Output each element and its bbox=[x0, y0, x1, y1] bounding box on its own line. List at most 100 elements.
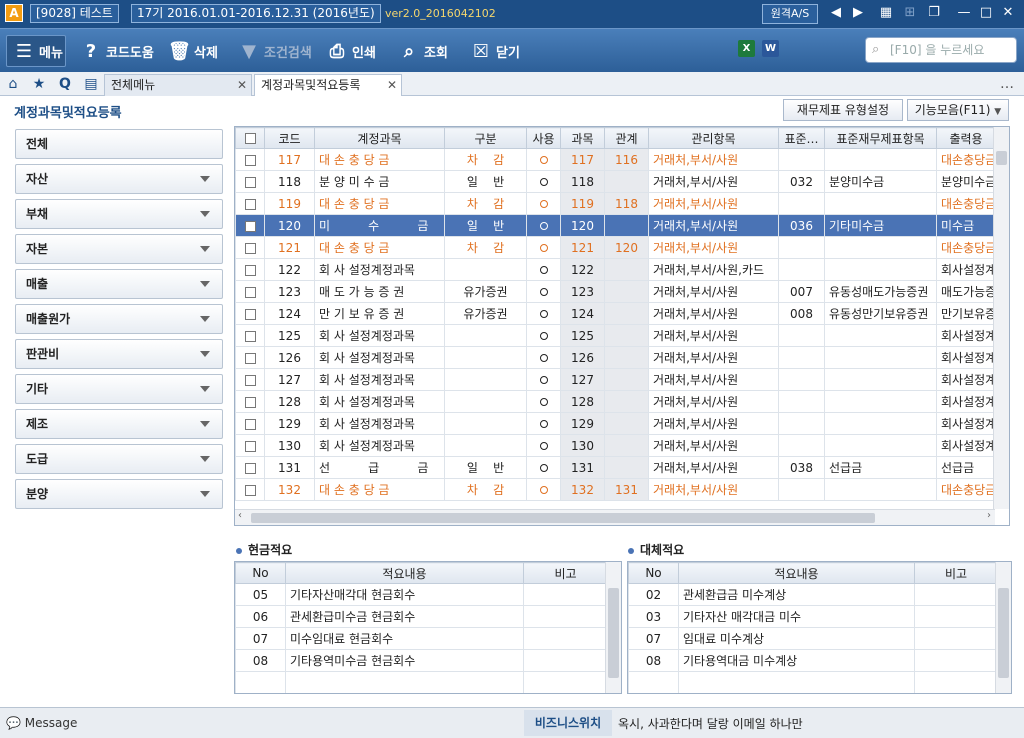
cell-subj[interactable]: 121 bbox=[560, 236, 605, 259]
menu-search-input[interactable]: ⌕ [F10] 을 누르세요 bbox=[865, 37, 1017, 63]
minimize-icon[interactable]: — bbox=[956, 5, 972, 21]
row-checkbox-cell[interactable] bbox=[235, 170, 265, 193]
cell-code[interactable]: 129 bbox=[264, 412, 315, 435]
cell-subj[interactable]: 124 bbox=[560, 302, 605, 325]
cell-print[interactable]: 회사설정계 bbox=[936, 434, 996, 457]
cell-name[interactable]: 미 수 금 bbox=[314, 214, 445, 237]
table-row[interactable]: 123 매 도 가 능 증 권 유가증권 123 거래처,부서/사원 007 유동성매도가능… bbox=[235, 280, 996, 303]
cell-type[interactable]: 유가증권 bbox=[444, 302, 527, 325]
period-selector[interactable]: 17기 2016.01.01-2016.12.31 (2016년도) bbox=[131, 4, 381, 23]
row-checkbox-cell[interactable] bbox=[235, 214, 265, 237]
cell-name[interactable]: 회 사 설정계정과목 bbox=[314, 346, 445, 369]
row-checkbox-cell[interactable] bbox=[235, 258, 265, 281]
table-row[interactable]: 127 회 사 설정계정과목 127 거래처,부서/사원 회사설정계 bbox=[235, 368, 996, 391]
row-checkbox-cell[interactable] bbox=[235, 434, 265, 457]
cell-name[interactable]: 회 사 설정계정과목 bbox=[314, 412, 445, 435]
cell-stdname[interactable] bbox=[824, 390, 937, 413]
cell-stdname[interactable]: 분양미수금 bbox=[824, 170, 937, 193]
cell-type[interactable] bbox=[444, 434, 527, 457]
cell-std[interactable] bbox=[778, 390, 825, 413]
cell-type[interactable] bbox=[444, 390, 527, 413]
cell-mgmt[interactable]: 거래처,부서/사원 bbox=[648, 236, 779, 259]
code-help-button[interactable]: ? 코드도움 bbox=[80, 35, 154, 67]
row-checkbox-cell[interactable] bbox=[235, 412, 265, 435]
lookup-button[interactable]: ⌕ 조회 bbox=[398, 35, 448, 67]
tab-account-register[interactable]: 계정과목및적요등록 ✕ bbox=[254, 74, 402, 96]
column-header[interactable]: No bbox=[235, 562, 286, 584]
table-row[interactable]: 120 미 수 금일 반 120 거래처,부서/사원 036 기타미수금 미수금 bbox=[235, 214, 996, 237]
table-row[interactable]: 126 회 사 설정계정과목 126 거래처,부서/사원 회사설정계 bbox=[235, 346, 996, 369]
cell-print[interactable]: 회사설정계 bbox=[936, 390, 996, 413]
cell-text[interactable]: 임대료 미수계상 bbox=[678, 627, 915, 650]
cell-code[interactable]: 120 bbox=[264, 214, 315, 237]
star-icon[interactable]: ★ bbox=[30, 75, 48, 93]
cell-use[interactable] bbox=[526, 346, 561, 369]
category-button[interactable]: 자본 bbox=[15, 234, 223, 264]
table-row[interactable]: 07 미수임대료 현금회수 bbox=[235, 627, 608, 650]
row-checkbox-cell[interactable] bbox=[235, 456, 265, 479]
cell-print[interactable]: 대손충당금 bbox=[936, 478, 996, 501]
row-checkbox-cell[interactable] bbox=[235, 280, 265, 303]
table-row[interactable]: 08 기타용역대금 미수계상 bbox=[628, 649, 998, 672]
forward-arrow-icon[interactable]: ▶ bbox=[850, 5, 866, 21]
cell-name[interactable]: 회 사 설정계정과목 bbox=[314, 434, 445, 457]
table-row[interactable]: 117 대 손 충 당 금차 감 117 116 거래처,부서/사원 대손충당금 bbox=[235, 148, 996, 171]
row-checkbox-cell[interactable] bbox=[235, 346, 265, 369]
cell-stdname[interactable] bbox=[824, 368, 937, 391]
cell-name[interactable]: 회 사 설정계정과목 bbox=[314, 390, 445, 413]
row-checkbox-cell[interactable] bbox=[235, 478, 265, 501]
cell-note[interactable] bbox=[914, 627, 998, 650]
cell-code[interactable]: 128 bbox=[264, 390, 315, 413]
table-row[interactable]: 129 회 사 설정계정과목 129 거래처,부서/사원 회사설정계 bbox=[235, 412, 996, 435]
table-row[interactable]: 02 관세환급금 미수계상 bbox=[628, 583, 998, 606]
company-selector[interactable]: [9028] 테스트 bbox=[30, 4, 119, 23]
category-button[interactable]: 판관비 bbox=[15, 339, 223, 369]
row-checkbox[interactable] bbox=[244, 220, 256, 232]
cell-text[interactable]: 관세환급금 미수계상 bbox=[678, 583, 915, 606]
cell-code[interactable]: 127 bbox=[264, 368, 315, 391]
quick-search-icon[interactable]: Q bbox=[56, 75, 74, 93]
column-header[interactable]: 관계 bbox=[604, 127, 649, 149]
cell-rel[interactable]: 116 bbox=[604, 148, 649, 171]
cell-print[interactable]: 분양미수금 bbox=[936, 170, 996, 193]
cell-print[interactable]: 대손충당금 bbox=[936, 236, 996, 259]
cell-print[interactable]: 대손충당금 bbox=[936, 192, 996, 215]
row-checkbox-cell[interactable] bbox=[235, 236, 265, 259]
cell-std[interactable] bbox=[778, 192, 825, 215]
back-arrow-icon[interactable]: ◀ bbox=[828, 5, 844, 21]
cell-subj[interactable]: 125 bbox=[560, 324, 605, 347]
close-tab-icon[interactable]: ✕ bbox=[237, 75, 247, 95]
column-header[interactable]: 표준재무제표항목 bbox=[824, 127, 937, 149]
print-button[interactable]: ⎙ 인쇄 bbox=[326, 35, 376, 67]
cell-std[interactable] bbox=[778, 324, 825, 347]
cell-mgmt[interactable]: 거래처,부서/사원 bbox=[648, 324, 779, 347]
cell-print[interactable]: 회사설정계 bbox=[936, 346, 996, 369]
cell-mgmt[interactable]: 거래처,부서/사원 bbox=[648, 434, 779, 457]
cell-use[interactable] bbox=[526, 390, 561, 413]
cell-type[interactable]: 차 감 bbox=[444, 148, 527, 171]
cell-stdname[interactable]: 유동성매도가능증권 bbox=[824, 280, 937, 303]
cell-print[interactable]: 회사설정계 bbox=[936, 258, 996, 281]
cell-code[interactable]: 125 bbox=[264, 324, 315, 347]
row-checkbox[interactable] bbox=[244, 330, 256, 342]
cell-rel[interactable] bbox=[604, 434, 649, 457]
cell-use[interactable] bbox=[526, 324, 561, 347]
cell-rel[interactable] bbox=[604, 368, 649, 391]
row-checkbox[interactable] bbox=[244, 176, 256, 188]
cell-subj[interactable]: 119 bbox=[560, 192, 605, 215]
category-button[interactable]: 자산 bbox=[15, 164, 223, 194]
cell-std[interactable] bbox=[778, 412, 825, 435]
cell-note[interactable] bbox=[914, 649, 998, 672]
cell-rel[interactable]: 120 bbox=[604, 236, 649, 259]
cell-stdname[interactable] bbox=[824, 412, 937, 435]
cell-std[interactable]: 007 bbox=[778, 280, 825, 303]
row-checkbox-cell[interactable] bbox=[235, 192, 265, 215]
cell-mgmt[interactable]: 거래처,부서/사원 bbox=[648, 456, 779, 479]
cell-use[interactable] bbox=[526, 214, 561, 237]
cell-type[interactable]: 차 감 bbox=[444, 478, 527, 501]
empty-cell[interactable] bbox=[285, 671, 524, 693]
cell-text[interactable]: 기타자산 매각대금 미수 bbox=[678, 605, 915, 628]
cell-std[interactable] bbox=[778, 478, 825, 501]
cell-rel[interactable] bbox=[604, 214, 649, 237]
cell-stdname[interactable]: 선급금 bbox=[824, 456, 937, 479]
